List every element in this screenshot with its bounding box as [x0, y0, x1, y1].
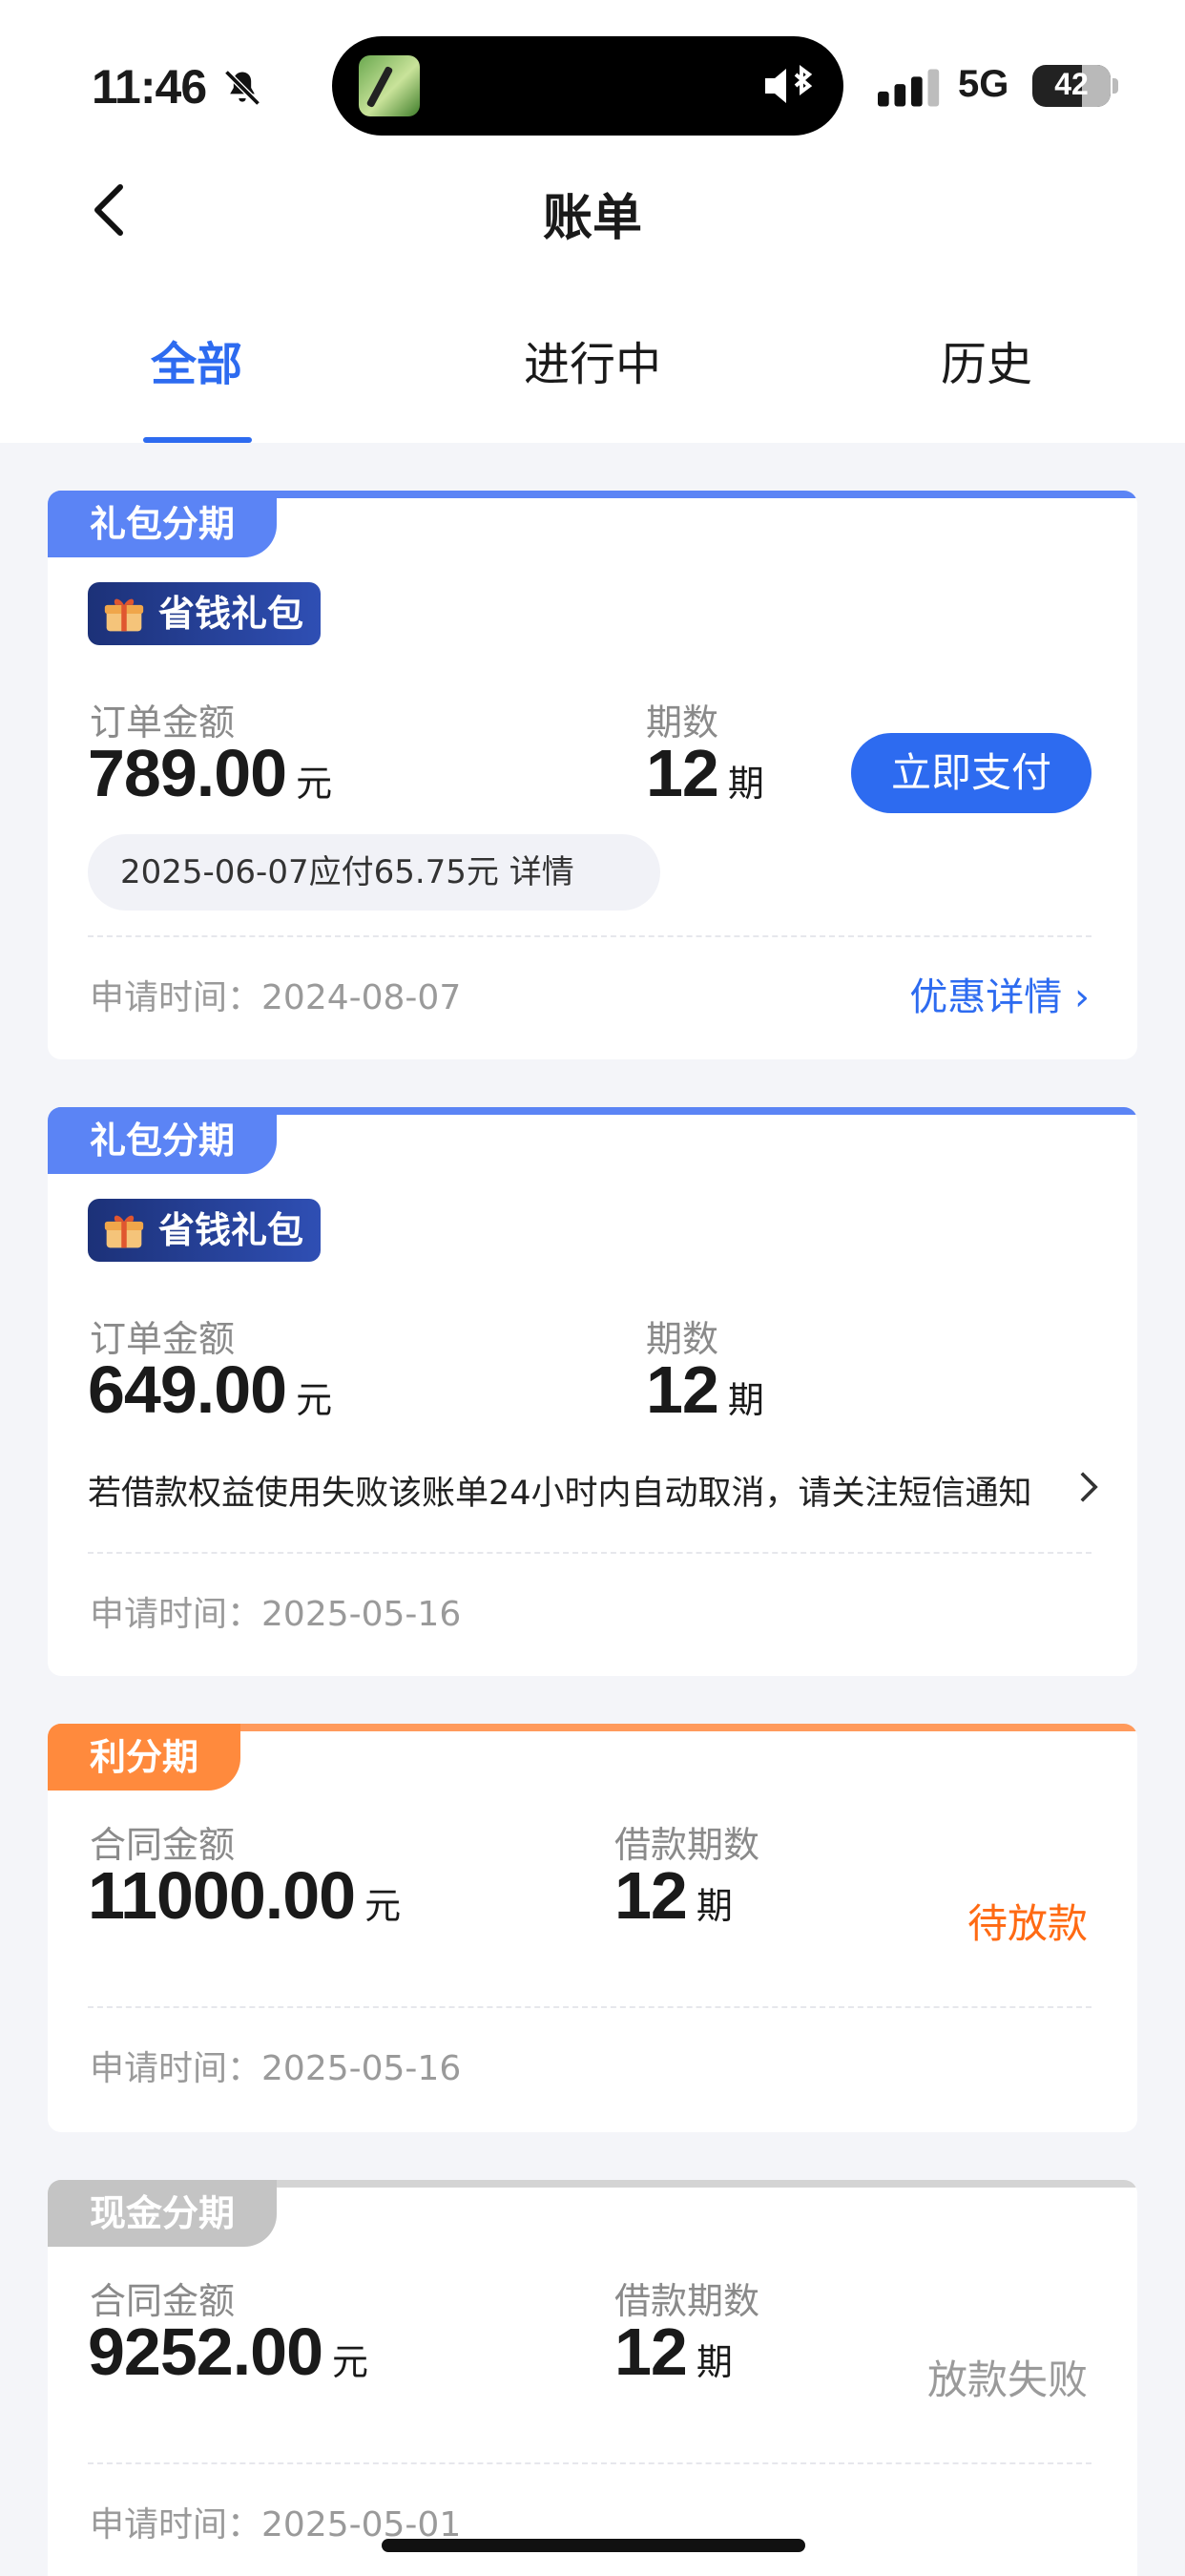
page-title: 账单 [542, 190, 642, 247]
amount-number: 9252.00 [88, 2314, 323, 2389]
periods-value: 12 期 [614, 2314, 733, 2390]
amount-unit: 元 [332, 2341, 369, 2383]
apply-time: 申请时间：2025-05-16 [90, 2041, 461, 2090]
amount-value: 11000.00 元 [88, 1857, 401, 1934]
status-pending-disbursement: 待放款 [967, 1900, 1088, 1947]
chevron-right-icon [1080, 1472, 1098, 1502]
amount-unit: 元 [364, 1885, 402, 1927]
bill-card[interactable]: 礼包分期 省钱礼包 订单金额 649.00 元 期数 12 期 若借款权益使用失败该… [48, 1107, 1137, 1676]
periods-unit: 期 [696, 2341, 733, 2383]
apply-time: 申请时间：2024-08-07 [90, 970, 461, 1019]
apply-time-label: 申请时间： [90, 1595, 262, 1634]
bill-card[interactable]: 礼包分期 省钱礼包 订单金额 789.00 元 期数 12 期 立即支付 2025-… [48, 491, 1137, 1059]
bill-card[interactable]: 现金分期 合同金额 9252.00 元 借款期数 12 期 放款失败 申请时间：20… [48, 2180, 1137, 2576]
app-icon [359, 55, 420, 116]
amount-unit: 元 [296, 763, 333, 805]
gift-icon [104, 598, 144, 632]
periods-value: 12 期 [646, 1351, 764, 1428]
tab-in-progress[interactable]: 进行中 [478, 326, 707, 393]
pay-now-button[interactable]: 立即支付 [851, 733, 1091, 813]
cellular-signal-icon [878, 69, 940, 107]
cancel-notice[interactable]: 若借款权益使用失败该账单24小时内自动取消，请关注短信通知 [88, 1466, 1099, 1515]
apply-time-label: 申请时间： [90, 978, 262, 1017]
home-indicator[interactable] [382, 2539, 805, 2552]
periods-unit: 期 [727, 763, 764, 805]
apply-time: 申请时间：2025-05-16 [90, 1586, 461, 1636]
bill-card[interactable]: 利分期 合同金额 11000.00 元 借款期数 12 期 待放款 申请时间：202… [48, 1724, 1137, 2132]
bell-muted-icon [224, 70, 260, 106]
status-time: 11:46 [92, 60, 207, 114]
battery-icon: 42 [1032, 65, 1111, 107]
network-type: 5G [958, 63, 1009, 105]
battery-cap [1112, 78, 1118, 94]
card-tag: 现金分期 [48, 2180, 278, 2247]
divider [88, 935, 1091, 937]
periods-number: 12 [614, 1858, 688, 1933]
promo-detail-link[interactable]: 优惠详情 › [909, 966, 1090, 1021]
card-tag: 礼包分期 [48, 1107, 278, 1174]
amount-value: 789.00 元 [88, 735, 332, 811]
gift-badge: 省钱礼包 [88, 1199, 322, 1262]
periods-unit: 期 [696, 1885, 733, 1927]
card-tag: 利分期 [48, 1724, 241, 1791]
gift-icon [104, 1215, 144, 1248]
due-detail-pill[interactable]: 2025-06-07应付65.75元 详情 [88, 834, 660, 911]
periods-number: 12 [614, 2314, 688, 2389]
amount-unit: 元 [296, 1379, 333, 1421]
amount-value: 9252.00 元 [88, 2314, 368, 2390]
tab-bar: 全部 进行中 历史 [0, 267, 1185, 443]
gift-badge-label: 省钱礼包 [158, 1209, 304, 1251]
tab-history[interactable]: 历史 [872, 326, 1101, 393]
periods-number: 12 [646, 1352, 719, 1427]
apply-time-value: 2025-05-16 [261, 2049, 462, 2088]
divider [88, 2006, 1091, 2008]
apply-time-value: 2025-05-16 [261, 1595, 462, 1634]
speaker-bluetooth-icon [765, 65, 813, 103]
gift-badge-label: 省钱礼包 [158, 593, 304, 635]
amount-number: 11000.00 [88, 1858, 356, 1933]
dynamic-island [332, 36, 843, 136]
periods-value: 12 期 [614, 1857, 733, 1934]
apply-time-label: 申请时间： [90, 2049, 262, 2088]
amount-value: 649.00 元 [88, 1351, 332, 1428]
periods-unit: 期 [727, 1379, 764, 1421]
gift-badge: 省钱礼包 [88, 582, 322, 645]
cancel-notice-text: 若借款权益使用失败该账单24小时内自动取消，请关注短信通知 [88, 1475, 1032, 1513]
apply-time-value: 2024-08-07 [261, 978, 462, 1017]
amount-number: 649.00 [88, 1352, 287, 1427]
divider [88, 2462, 1091, 2464]
card-tag: 礼包分期 [48, 491, 278, 557]
tab-all[interactable]: 全部 [82, 326, 311, 393]
periods-number: 12 [646, 736, 719, 810]
periods-value: 12 期 [646, 735, 764, 811]
tab-active-indicator [143, 437, 252, 443]
amount-number: 789.00 [88, 736, 287, 810]
divider [88, 1552, 1091, 1554]
status-disbursement-failed: 放款失败 [926, 2356, 1088, 2403]
apply-time-label: 申请时间： [90, 2505, 262, 2545]
status-bar: 11:46 5G 42 [0, 0, 1185, 153]
nav-bar: 账单 [0, 153, 1185, 267]
battery-level: 42 [1054, 67, 1089, 101]
